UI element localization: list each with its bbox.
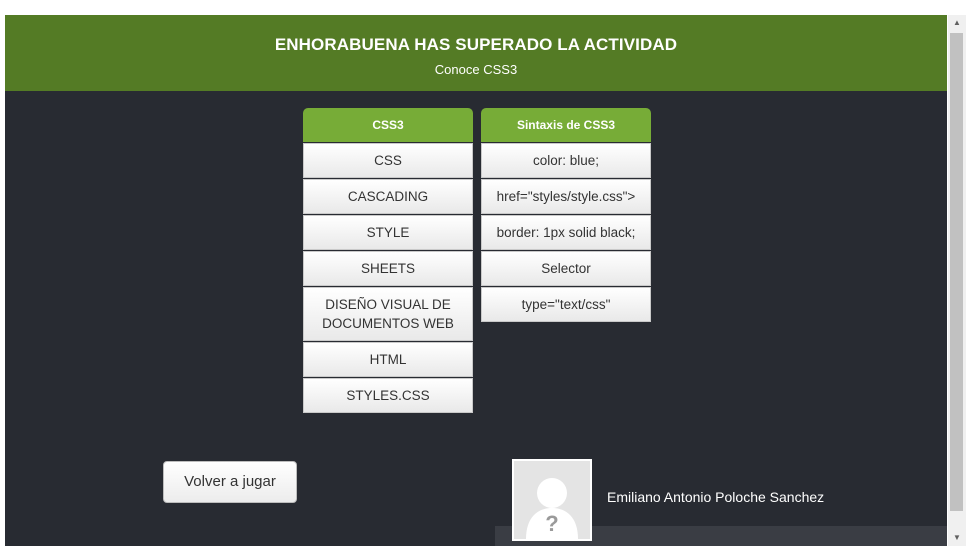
column-header-syntax: Sintaxis de CSS3 <box>481 108 651 142</box>
result-title: ENHORABUENA HAS SUPERADO LA ACTIVIDAD <box>274 35 678 54</box>
term-card[interactable]: SHEETS <box>303 251 473 286</box>
scroll-thumb[interactable] <box>950 33 963 511</box>
svg-text:?: ? <box>545 511 558 536</box>
column-syntax: Sintaxis de CSS3 color: blue; href="styl… <box>481 108 651 323</box>
scroll-up-icon[interactable]: ▲ <box>948 15 966 31</box>
syntax-card[interactable]: Selector <box>481 251 651 286</box>
activity-subtitle: Conoce CSS3 <box>434 62 518 77</box>
replay-button[interactable]: Volver a jugar <box>163 461 297 503</box>
syntax-card[interactable]: href="styles/style.css"> <box>481 179 651 214</box>
user-name: Emiliano Antonio Poloche Sanchez <box>607 489 825 505</box>
term-card[interactable]: HTML <box>303 342 473 377</box>
syntax-card[interactable]: type="text/css" <box>481 287 651 322</box>
activity-frame: ENHORABUENA HAS SUPERADO LA ACTIVIDAD Co… <box>5 15 947 546</box>
result-header: ENHORABUENA HAS SUPERADO LA ACTIVIDAD Co… <box>5 15 947 91</box>
unknown-user-icon: ? <box>514 461 590 539</box>
column-css3: CSS3 CSS CASCADING STYLE SHEETS DISEÑO V… <box>303 108 473 414</box>
term-card[interactable]: STYLES.CSS <box>303 378 473 413</box>
user-avatar: ? <box>512 459 592 541</box>
scroll-down-icon[interactable]: ▼ <box>948 530 966 546</box>
column-header-css3: CSS3 <box>303 108 473 142</box>
term-card[interactable]: CSS <box>303 143 473 178</box>
term-card[interactable]: DISEÑO VISUAL DE DOCUMENTOS WEB <box>303 287 473 341</box>
vertical-scrollbar[interactable]: ▲ ▼ <box>948 15 966 546</box>
term-card[interactable]: CASCADING <box>303 179 473 214</box>
syntax-card[interactable]: border: 1px solid black; <box>481 215 651 250</box>
term-card[interactable]: STYLE <box>303 215 473 250</box>
syntax-card[interactable]: color: blue; <box>481 143 651 178</box>
